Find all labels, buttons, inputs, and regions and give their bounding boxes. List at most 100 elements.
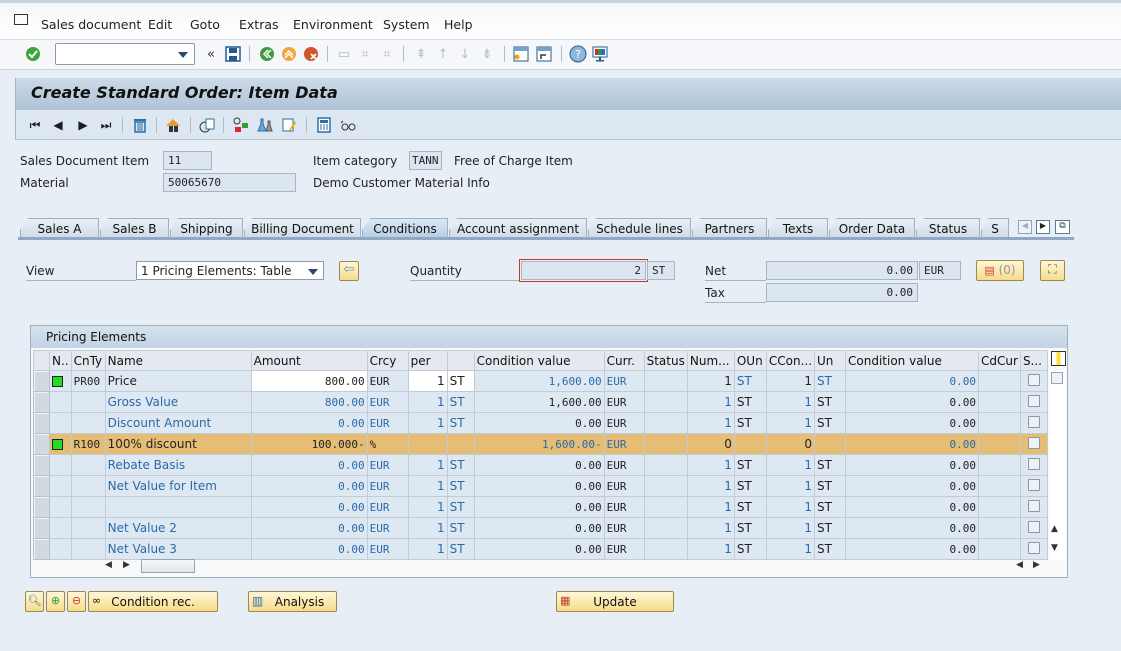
- save-icon[interactable]: [224, 45, 242, 63]
- col-header-cdcur[interactable]: CdCur: [978, 350, 1021, 371]
- row-selector[interactable]: [33, 433, 50, 455]
- tab-more[interactable]: S: [981, 218, 1009, 238]
- last-item-icon[interactable]: ⏭: [97, 116, 115, 134]
- find-next-icon[interactable]: ⌗: [378, 45, 396, 63]
- col-header-status[interactable]: Status: [643, 350, 688, 371]
- next-item-icon[interactable]: ▶: [74, 116, 92, 134]
- hscroll-right-icon[interactable]: ▶: [123, 560, 130, 570]
- edit-text-icon[interactable]: [280, 116, 298, 134]
- col-header-crcy[interactable]: Crcy: [366, 350, 409, 371]
- row-selector[interactable]: [33, 475, 50, 497]
- table-row[interactable]: PR00 Price 800.00 EUR 1 ST 1,600.00 EUR 1 ST 1 ST 0.…: [33, 370, 1048, 392]
- table-row[interactable]: Net Value 2 0.00 EUR 1 ST 0.00 EUR 1 ST 1 ST 0.00: [33, 517, 1048, 539]
- table-row[interactable]: Net Value 3 0.00 EUR 1 ST 0.00 EUR 1 ST 1 ST 0.00: [33, 538, 1048, 560]
- enter-icon[interactable]: [24, 45, 42, 63]
- scrollbar-thumb[interactable]: [1051, 372, 1063, 384]
- insert-row-button[interactable]: ⊕: [46, 591, 65, 612]
- menu-extras[interactable]: Extras: [239, 17, 279, 32]
- analysis-button[interactable]: ▥ Analysis: [248, 591, 337, 612]
- menu-sales-document[interactable]: Sales document: [41, 17, 141, 32]
- menu-goto[interactable]: Goto: [190, 17, 220, 32]
- last-page-icon[interactable]: ⇟: [478, 45, 496, 63]
- col-header-amount[interactable]: Amount: [250, 350, 368, 371]
- checkbox[interactable]: [1027, 541, 1040, 554]
- col-header-n[interactable]: N..: [49, 350, 72, 371]
- hscroll-left-icon[interactable]: ◀: [105, 560, 112, 570]
- calculator-icon[interactable]: [315, 116, 333, 134]
- table-row[interactable]: Gross Value 800.00 EUR 1 ST 1,600.00 EUR 1 ST 1 ST…: [33, 391, 1048, 413]
- checkbox[interactable]: [1027, 436, 1040, 449]
- back-arrow-button[interactable]: ⇦: [339, 261, 359, 281]
- exit-icon[interactable]: [280, 45, 298, 63]
- previous-item-icon[interactable]: ◀: [49, 116, 67, 134]
- hscroll-left-icon-2[interactable]: ◀: [1016, 560, 1023, 570]
- tab-status[interactable]: Status: [916, 218, 980, 238]
- delete-icon[interactable]: [131, 116, 149, 134]
- messages-button[interactable]: ▤ (0): [976, 260, 1024, 281]
- tab-scroll-right-icon[interactable]: ▶: [1036, 220, 1050, 234]
- scroll-down-icon[interactable]: ▼: [1051, 543, 1058, 553]
- tab-partners[interactable]: Partners: [692, 218, 767, 238]
- checkbox[interactable]: [1027, 373, 1040, 386]
- first-item-icon[interactable]: ⏮: [26, 116, 44, 134]
- tab-order-data[interactable]: Order Data: [829, 218, 915, 238]
- test-icon[interactable]: [256, 116, 274, 134]
- command-field[interactable]: [55, 43, 195, 65]
- tab-list-icon[interactable]: ⧉: [1055, 220, 1070, 234]
- row-selector[interactable]: [33, 391, 50, 413]
- checkbox[interactable]: [1027, 499, 1040, 512]
- statistical-checkbox[interactable]: [1019, 391, 1048, 413]
- row-selector[interactable]: [33, 538, 50, 560]
- cell-per[interactable]: 1: [407, 370, 448, 392]
- tab-sales-b[interactable]: Sales B: [100, 218, 169, 238]
- chevron-down-icon[interactable]: [178, 52, 188, 58]
- hscroll-right-icon-2[interactable]: ▶: [1033, 560, 1040, 570]
- tab-texts[interactable]: Texts: [768, 218, 828, 238]
- shortcut-icon[interactable]: [535, 45, 553, 63]
- find-icon[interactable]: ⌗: [356, 45, 374, 63]
- cancel-icon[interactable]: [302, 45, 320, 63]
- col-header-per[interactable]: per: [407, 350, 448, 371]
- scroll-up-icon[interactable]: ▲: [1051, 524, 1058, 534]
- statistical-checkbox[interactable]: [1019, 412, 1048, 434]
- col-header-condition-value[interactable]: Condition value: [473, 350, 605, 371]
- details-button[interactable]: 🔍︎: [25, 591, 44, 612]
- back-icon[interactable]: [258, 45, 276, 63]
- checkbox[interactable]: [1027, 520, 1040, 533]
- tab-scroll-left-icon[interactable]: ◀: [1018, 220, 1032, 234]
- tab-account-assignment[interactable]: Account assignment: [449, 218, 587, 238]
- cell-amount[interactable]: 800.00: [250, 370, 368, 392]
- col-header-curr[interactable]: Curr.: [603, 350, 645, 371]
- checkbox[interactable]: [1027, 394, 1040, 407]
- tab-conditions[interactable]: Conditions: [362, 218, 448, 238]
- menu-environment[interactable]: Environment: [293, 17, 373, 32]
- tab-billing-document[interactable]: Billing Document: [244, 218, 361, 238]
- checkbox[interactable]: [1027, 478, 1040, 491]
- col-header-oun[interactable]: OUn: [733, 350, 767, 371]
- previous-page-icon[interactable]: ↑: [434, 45, 452, 63]
- quantity-field[interactable]: 2: [519, 259, 648, 282]
- vertical-scrollbar[interactable]: ▲ ▼: [1049, 370, 1065, 560]
- customize-layout-icon[interactable]: [591, 45, 609, 63]
- configuration-icon[interactable]: [232, 116, 250, 134]
- update-button[interactable]: ▦ Update: [556, 591, 674, 612]
- col-header-un[interactable]: Un: [814, 350, 847, 371]
- row-selector[interactable]: [33, 496, 50, 518]
- checkbox[interactable]: [1027, 415, 1040, 428]
- column-settings-icon[interactable]: [1051, 351, 1066, 366]
- statistical-checkbox[interactable]: [1019, 475, 1048, 497]
- table-row[interactable]: Rebate Basis 0.00 EUR 1 ST 0.00 EUR 1 ST 1 ST 0.00: [33, 454, 1048, 476]
- select-all-header[interactable]: [33, 350, 50, 371]
- display-glasses-icon[interactable]: [339, 116, 357, 134]
- view-dropdown[interactable]: 1 Pricing Elements: Table: [136, 261, 324, 280]
- condition-rec-button[interactable]: ∞ Condition rec.: [88, 591, 218, 612]
- row-selector[interactable]: [33, 517, 50, 539]
- header-icon[interactable]: [164, 116, 182, 134]
- col-header-condition-value-2[interactable]: Condition value: [845, 350, 980, 371]
- menu-help[interactable]: Help: [444, 17, 473, 32]
- tab-schedule-lines[interactable]: Schedule lines: [588, 218, 691, 238]
- table-row[interactable]: Discount Amount 0.00 EUR 1 ST 0.00 EUR 1 ST 1 ST 0.…: [33, 412, 1048, 434]
- col-header-cnty[interactable]: CnTy: [70, 350, 106, 371]
- table-row[interactable]: Net Value for Item 0.00 EUR 1 ST 0.00 EUR 1 ST 1 S…: [33, 475, 1048, 497]
- tab-shipping[interactable]: Shipping: [170, 218, 243, 238]
